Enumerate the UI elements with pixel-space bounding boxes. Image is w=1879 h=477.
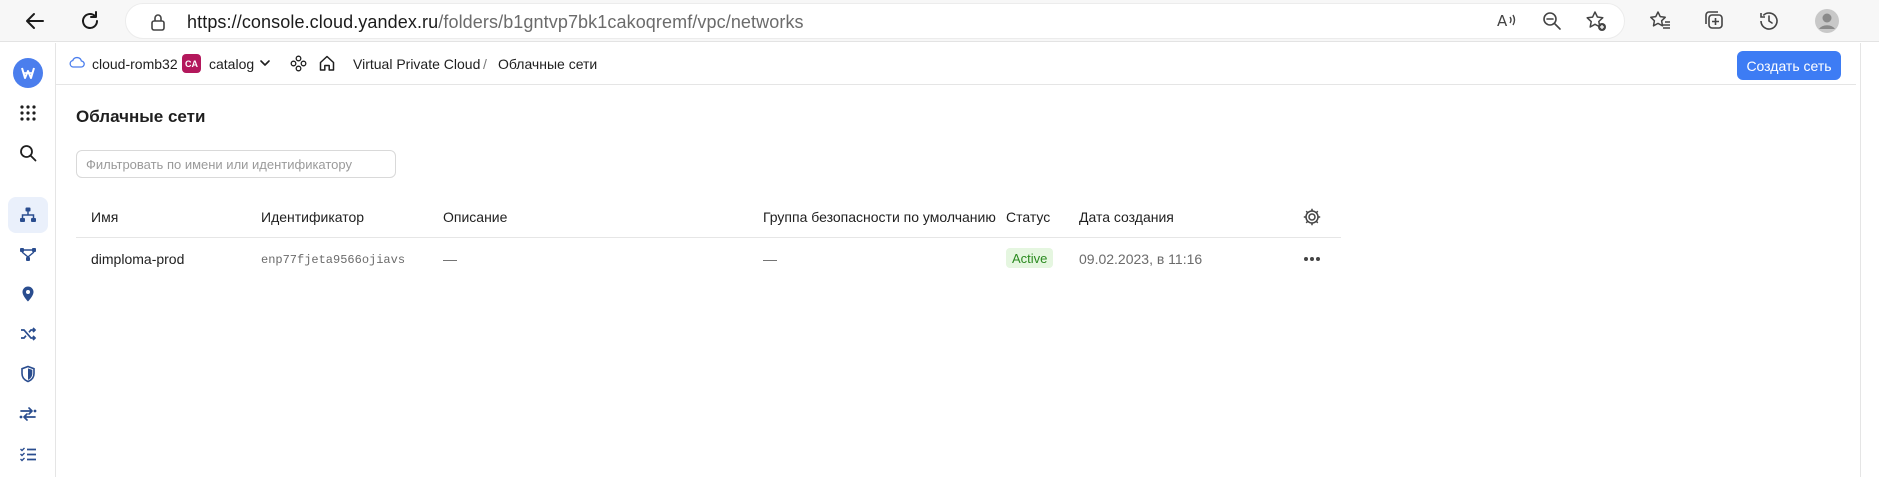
column-header-security-group[interactable]: Группа безопасности по умолчанию bbox=[763, 209, 996, 225]
folder-name[interactable]: catalog bbox=[209, 56, 254, 72]
network-security-group: — bbox=[763, 251, 777, 267]
refresh-icon[interactable] bbox=[75, 6, 105, 36]
create-network-button[interactable]: Создать сеть bbox=[1737, 51, 1841, 80]
collections-icon[interactable] bbox=[1700, 6, 1730, 36]
console-header: cloud-romb32 CA catalog Virtual Private … bbox=[56, 43, 1856, 85]
security-groups-shield-icon[interactable] bbox=[14, 360, 42, 388]
add-favorite-icon[interactable] bbox=[1581, 6, 1611, 36]
column-header-created[interactable]: Дата создания bbox=[1079, 209, 1174, 225]
back-icon[interactable] bbox=[20, 6, 50, 36]
address-bar[interactable]: https://console.cloud.yandex.ru/folders/… bbox=[125, 3, 1625, 39]
topology-icon[interactable] bbox=[14, 240, 42, 268]
svg-text:A: A bbox=[1497, 12, 1508, 30]
left-rail bbox=[0, 43, 56, 477]
page-title: Облачные сети bbox=[76, 107, 206, 126]
favorites-icon[interactable] bbox=[1645, 6, 1675, 36]
zoom-out-icon[interactable] bbox=[1537, 6, 1567, 36]
network-name-link[interactable]: dimploma-prod bbox=[91, 251, 184, 267]
folder-badge: CA bbox=[182, 54, 201, 73]
routing-icon[interactable] bbox=[14, 320, 42, 348]
resources-nodes-icon[interactable] bbox=[290, 55, 307, 75]
column-header-status[interactable]: Статус bbox=[1006, 209, 1050, 225]
breadcrumb-service[interactable]: Virtual Private Cloud bbox=[353, 56, 480, 72]
browser-toolbar: https://console.cloud.yandex.ru/folders/… bbox=[0, 0, 1879, 42]
url-path: /folders/b1gntvp7bk1cakoqremf/vpc/networ… bbox=[438, 12, 804, 32]
search-icon[interactable] bbox=[14, 139, 42, 167]
filter-input[interactable] bbox=[76, 150, 396, 178]
column-header-id[interactable]: Идентификатор bbox=[261, 209, 364, 225]
status-badge: Active bbox=[1006, 248, 1054, 268]
network-description: — bbox=[443, 251, 457, 267]
profile-avatar-icon[interactable] bbox=[1812, 6, 1842, 36]
services-grid-icon[interactable] bbox=[14, 99, 42, 127]
breadcrumb-separator: / bbox=[483, 56, 487, 72]
history-icon[interactable] bbox=[1754, 6, 1784, 36]
chevron-down-icon[interactable] bbox=[258, 56, 272, 73]
network-created-date: 09.02.2023, в 11:16 bbox=[1079, 251, 1203, 267]
network-id[interactable]: enp77fjeta9566ojiavs bbox=[261, 253, 405, 267]
scrollbar-track[interactable] bbox=[1860, 43, 1861, 477]
cloud-name[interactable]: cloud-romb32 bbox=[92, 56, 178, 72]
url-text[interactable]: https://console.cloud.yandex.ru/folders/… bbox=[187, 12, 804, 33]
table-header-divider bbox=[76, 237, 1341, 238]
read-aloud-icon[interactable]: A bbox=[1492, 6, 1522, 36]
row-actions-more-icon[interactable] bbox=[1300, 250, 1324, 268]
ip-addresses-icon[interactable] bbox=[14, 280, 42, 308]
column-header-description[interactable]: Описание bbox=[443, 209, 507, 225]
url-host: https://console.cloud.yandex.ru bbox=[187, 12, 439, 32]
breadcrumb-current: Облачные сети bbox=[498, 56, 598, 72]
lock-icon[interactable] bbox=[150, 13, 166, 36]
home-icon[interactable] bbox=[318, 54, 336, 75]
cloud-icon bbox=[69, 55, 85, 72]
column-header-name[interactable]: Имя bbox=[91, 209, 118, 225]
gateways-icon[interactable] bbox=[14, 400, 42, 428]
yandex-cloud-logo-icon[interactable] bbox=[13, 58, 43, 88]
operations-list-icon[interactable] bbox=[14, 440, 42, 468]
table-settings-gear-icon[interactable] bbox=[1302, 207, 1322, 227]
networks-icon[interactable] bbox=[8, 197, 48, 233]
